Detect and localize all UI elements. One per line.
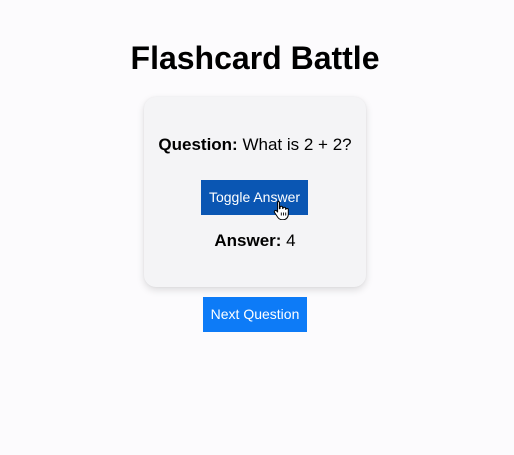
- question-line: Question: What is 2 + 2?: [0, 135, 510, 155]
- answer-label: Answer:: [214, 231, 282, 250]
- flashcard-page: Flashcard Battle Question: What is 2 + 2…: [0, 0, 514, 455]
- toggle-answer-button[interactable]: Toggle Answer: [201, 180, 308, 215]
- next-question-button[interactable]: Next Question: [203, 297, 307, 332]
- answer-line: Answer: 4: [0, 231, 510, 251]
- page-title: Flashcard Battle: [130, 40, 380, 76]
- answer-text: 4: [286, 231, 296, 250]
- question-text: What is 2 + 2?: [242, 135, 352, 154]
- question-label: Question:: [158, 135, 238, 154]
